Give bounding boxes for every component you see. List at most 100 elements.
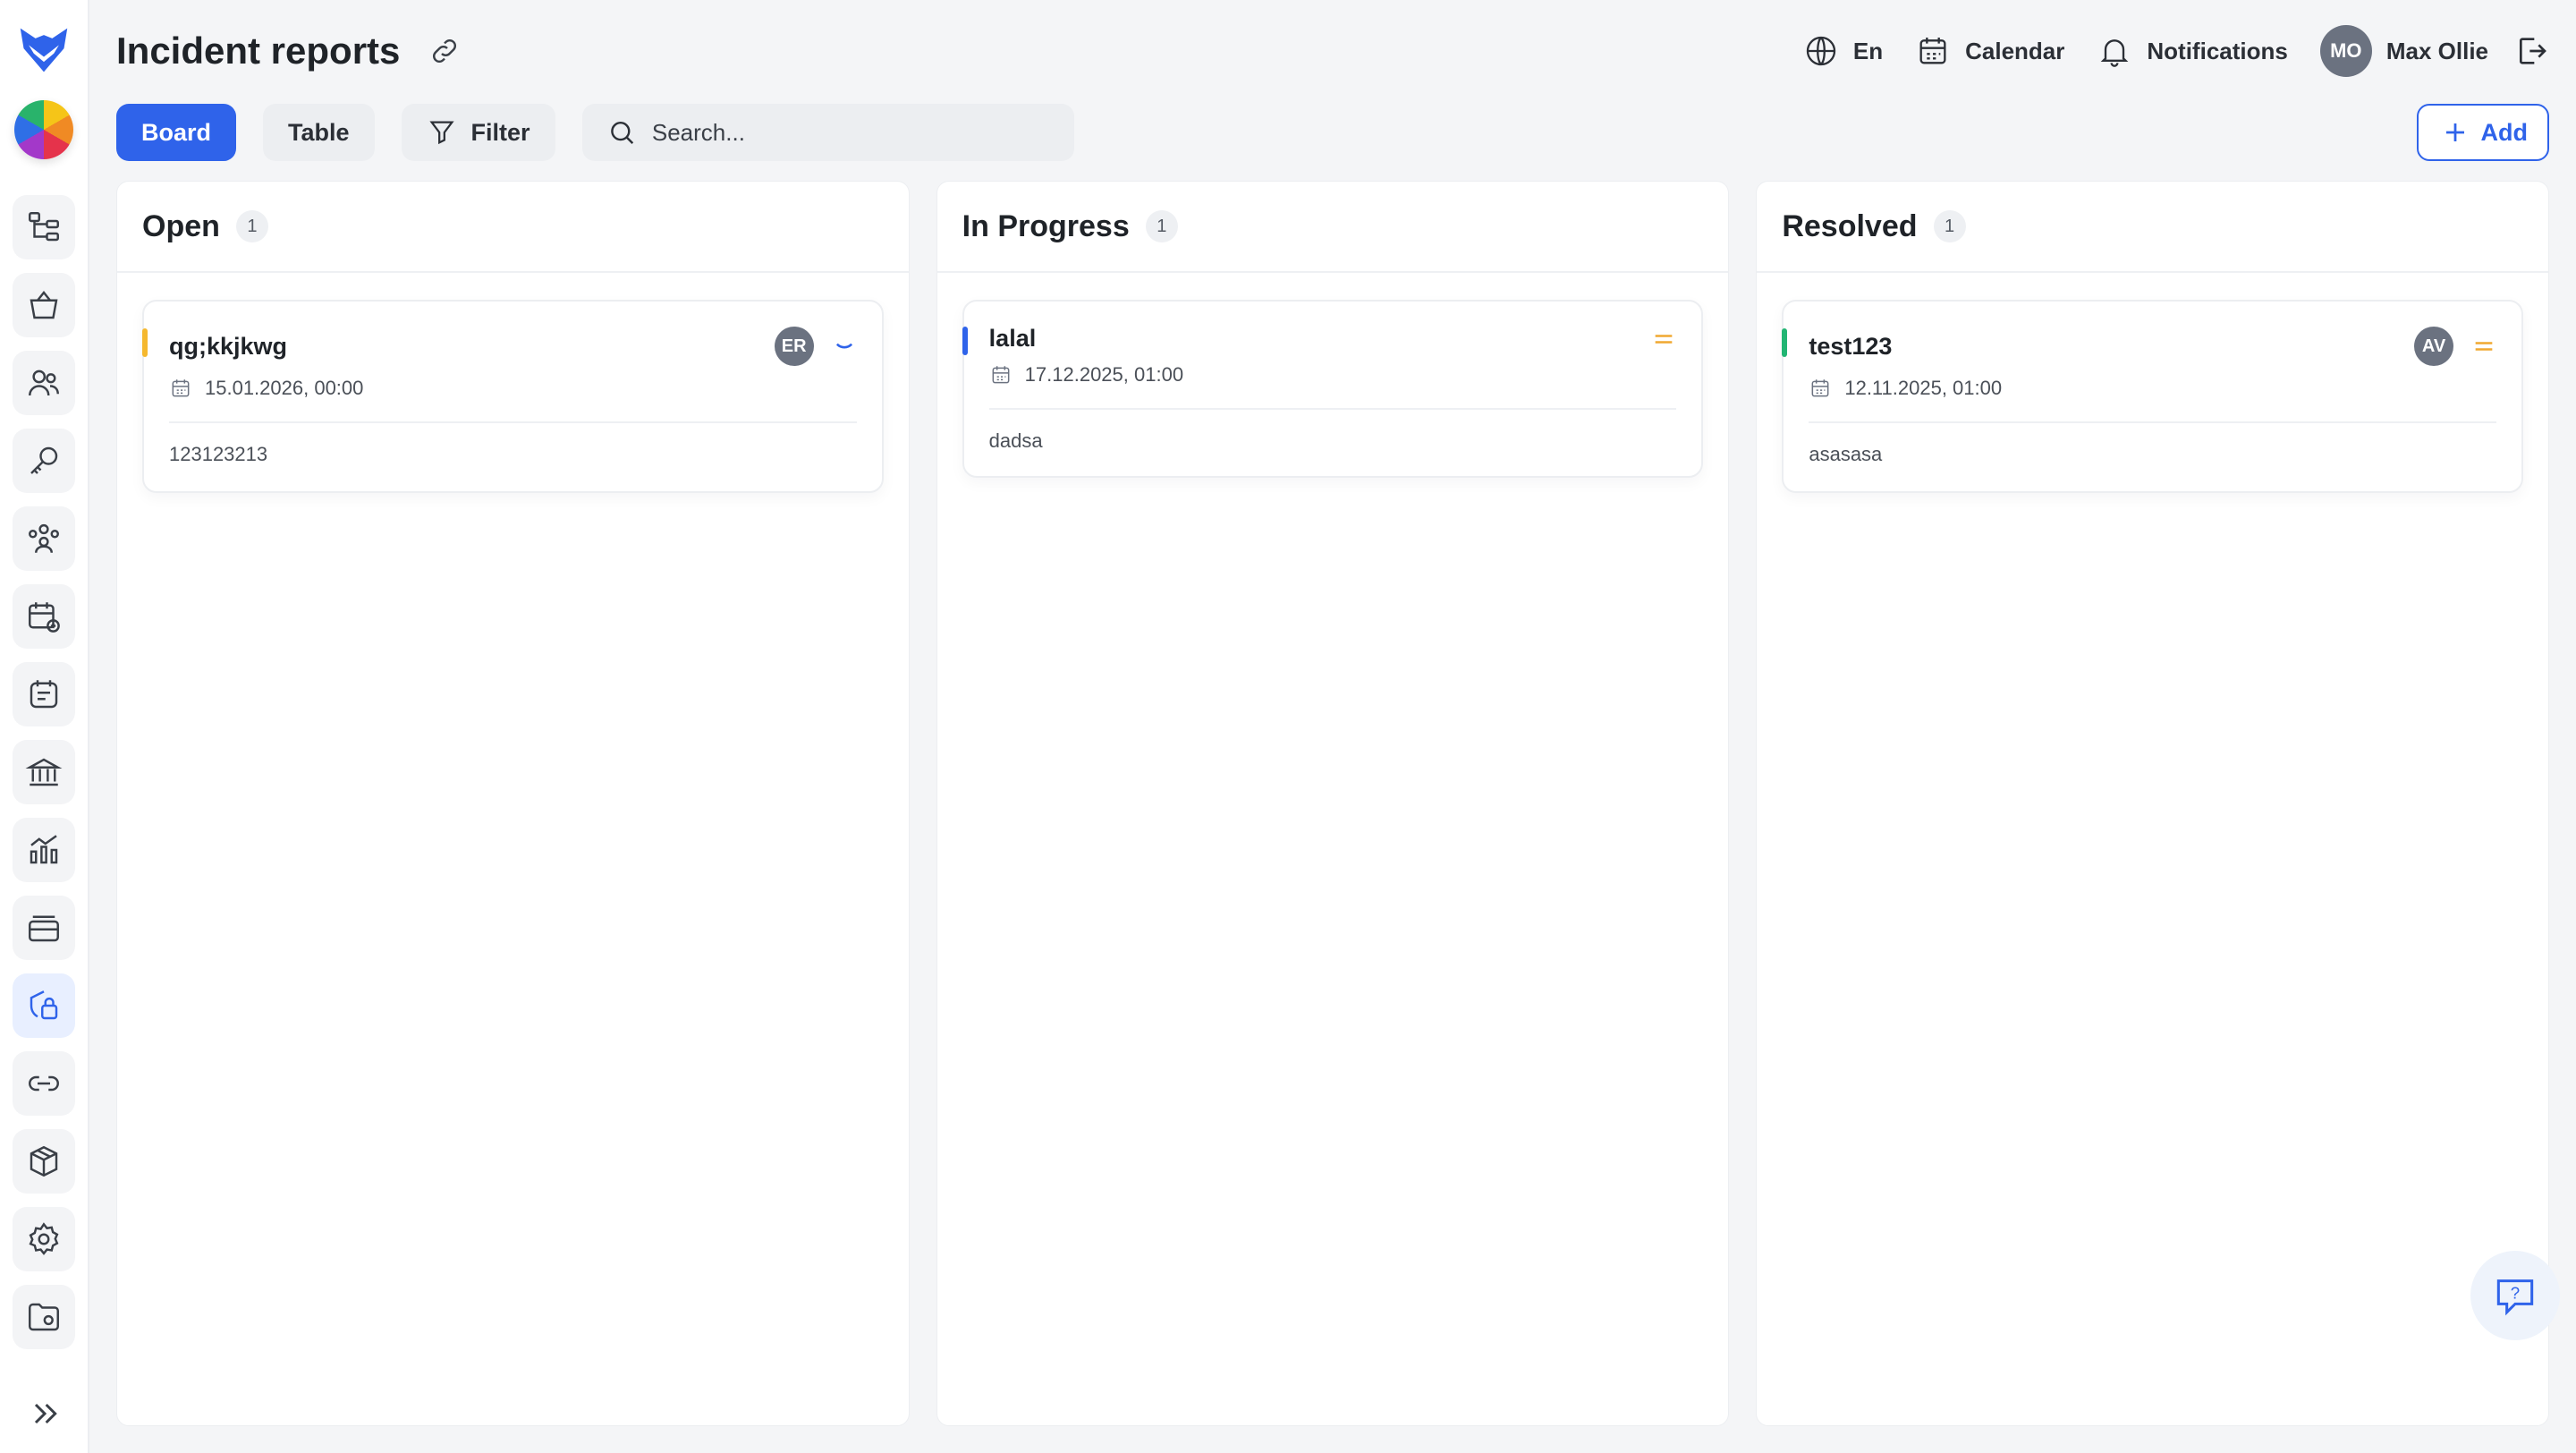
card-date: 12.11.2025, 01:00 (1809, 377, 2496, 400)
group-icon (29, 523, 59, 553)
cards-icon (29, 915, 59, 942)
card-divider (169, 421, 857, 423)
card-description: 123123213 (169, 443, 268, 465)
sidebar-item-users[interactable] (13, 351, 75, 415)
kanban-board: Open 1 qg;kkjkwg ER 15.01.2026, 00:00 12… (116, 181, 2550, 1426)
calendar-icon (1811, 379, 1829, 397)
user-name: Max Ollie (2385, 37, 2488, 64)
search-input[interactable] (651, 118, 1049, 147)
card-list: lalal 17.12.2025, 01:00 dadsa (937, 273, 1729, 505)
sidebar-item-groups[interactable] (13, 506, 75, 571)
logout-icon[interactable] (2513, 33, 2549, 69)
note-icon (30, 680, 58, 709)
column-title: Resolved (1782, 208, 1918, 243)
add-label: Add (2480, 118, 2528, 146)
expand-sidebar-icon[interactable] (27, 1396, 63, 1432)
box-icon (30, 1145, 58, 1177)
card-date-text: 17.12.2025, 01:00 (1024, 363, 1184, 386)
card-description: dadsa (988, 429, 1043, 452)
sidebar-item-hierarchy[interactable] (13, 195, 75, 259)
card-list: qg;kkjkwg ER 15.01.2026, 00:00 123123213 (117, 273, 909, 520)
sidebar-item-basket[interactable] (13, 273, 75, 337)
calendar-icon (1919, 38, 1946, 64)
calendar-icon (172, 379, 190, 397)
help-button[interactable]: ? (2470, 1251, 2560, 1340)
header-actions: En Calendar Notifications MO Max Ollie (1784, 25, 2549, 77)
calendar-label: Calendar (1965, 37, 2065, 64)
sidebar-item-notes[interactable] (13, 662, 75, 726)
card-title: qg;kkjkwg (169, 332, 288, 360)
sidebar-item-cards[interactable] (13, 896, 75, 960)
link-icon (29, 1075, 59, 1092)
help-chat-icon: ? (2496, 1279, 2534, 1316)
fox-logo-icon (20, 28, 68, 72)
sidebar-item-security[interactable] (13, 973, 75, 1038)
card-title: lalal (988, 325, 1037, 352)
assignee-avatar: AV (2414, 327, 2454, 366)
copy-link-icon[interactable] (428, 35, 461, 67)
security-icon (30, 990, 58, 1020)
priority-medium-icon (1656, 334, 1673, 344)
card-date: 17.12.2025, 01:00 (989, 363, 1677, 387)
filter-icon (428, 121, 454, 145)
filter-button[interactable]: Filter (401, 104, 555, 161)
column-title: In Progress (962, 208, 1130, 243)
incident-card[interactable]: qg;kkjkwg ER 15.01.2026, 00:00 123123213 (142, 300, 884, 493)
sidebar-item-settings[interactable] (13, 1207, 75, 1271)
table-view-button[interactable]: Table (263, 104, 375, 161)
card-date-text: 12.11.2025, 01:00 (1844, 377, 2003, 399)
incident-card[interactable]: test123 AV 12.11.2025, 01:00 asasasa (1782, 300, 2524, 493)
chart-icon (30, 835, 58, 864)
card-date: 15.01.2026, 00:00 (169, 377, 857, 400)
hierarchy-icon (29, 212, 59, 242)
calendar-icon (992, 366, 1010, 384)
column-count: 1 (235, 210, 268, 242)
column-header: Open 1 (117, 182, 909, 273)
svg-text:?: ? (2511, 1284, 2520, 1303)
column-count: 1 (1145, 210, 1178, 242)
incident-card[interactable]: lalal 17.12.2025, 01:00 dadsa (962, 300, 1704, 478)
card-divider (1809, 421, 2497, 423)
sidebar-item-bank[interactable] (13, 740, 75, 804)
card-description: asasasa (1809, 443, 1883, 465)
priority-low-icon (835, 343, 852, 349)
notifications-link[interactable]: Notifications (2097, 33, 2288, 69)
bell-icon (2101, 39, 2129, 67)
board-view-button[interactable]: Board (116, 104, 237, 161)
sidebar-item-calendar-add[interactable] (13, 584, 75, 649)
user-menu[interactable]: MO Max Ollie (2319, 25, 2488, 77)
color-wheel-icon[interactable] (14, 100, 73, 159)
sidebar-item-box[interactable] (13, 1129, 75, 1194)
bank-icon (25, 758, 63, 786)
globe-icon (1806, 36, 1836, 66)
status-accent-bar (962, 327, 968, 355)
language-switcher[interactable]: En (1803, 33, 1883, 69)
column-title: Open (142, 208, 220, 243)
column-count: 1 (1933, 210, 1966, 242)
logo[interactable] (15, 21, 72, 79)
notifications-label: Notifications (2147, 37, 2288, 64)
column-header: In Progress 1 (936, 182, 1729, 273)
toolbar: Board Table Filter Add (116, 104, 2549, 161)
plus-icon (2445, 123, 2464, 141)
status-accent-bar (142, 328, 148, 357)
page-title: Incident reports (116, 30, 401, 72)
card-list: test123 AV 12.11.2025, 01:00 asasasa (1757, 273, 2548, 520)
priority-medium-icon (2475, 342, 2493, 351)
column-open: Open 1 qg;kkjkwg ER 15.01.2026, 00:00 12… (116, 181, 910, 1426)
calendar-link[interactable]: Calendar (1915, 33, 2064, 69)
sidebar-item-key[interactable] (13, 429, 75, 493)
status-accent-bar (1782, 328, 1788, 357)
card-title: test123 (1809, 332, 1893, 360)
search-box (581, 104, 1074, 161)
page-header: Incident reports En Calendar Notificatio… (116, 21, 2549, 81)
basket-icon (30, 291, 58, 319)
add-button[interactable]: Add (2416, 104, 2549, 161)
search-icon (610, 122, 633, 144)
calendar-add-icon (29, 602, 60, 633)
sidebar-item-chart[interactable] (13, 818, 75, 882)
gear-icon (29, 1222, 59, 1255)
sidebar-item-folder[interactable] (13, 1285, 75, 1349)
sidebar-item-links[interactable] (13, 1051, 75, 1116)
users-icon (29, 370, 59, 396)
